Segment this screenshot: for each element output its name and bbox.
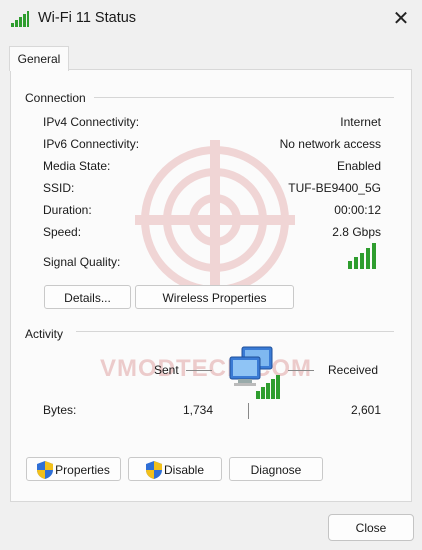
bytes-sent-value: 1,734 [182,403,213,417]
close-icon[interactable]: ✕ [386,5,416,33]
window-title: Wi-Fi 11 Status [38,10,137,26]
disable-button[interactable]: Disable [128,457,222,481]
network-computers-icon [229,346,280,399]
ipv4-value: Internet [340,115,381,129]
properties-button-label: Properties [55,463,110,477]
activity-divider [76,331,394,332]
ssid-value: TUF-BE9400_5G [288,181,381,195]
shield-icon [145,460,162,479]
duration-label: Duration: [43,203,92,217]
close-button[interactable]: Close [328,514,414,541]
bytes-received-value: 2,601 [350,403,381,417]
speed-value: 2.8 Gbps [332,225,381,239]
properties-button[interactable]: Properties [26,457,121,481]
received-line [288,370,314,371]
ssid-label: SSID: [43,181,75,195]
connection-group-label: Connection [25,91,92,105]
sent-label: Sent [154,363,179,377]
title-bar: Wi-Fi 11 Status ✕ [0,0,422,38]
diagnose-button[interactable]: Diagnose [229,457,323,481]
ipv4-label: IPv4 Connectivity: [43,115,140,129]
media-state-label: Media State: [43,159,111,173]
bytes-separator [248,403,249,419]
media-state-value: Enabled [336,159,381,173]
duration-value: 00:00:12 [334,203,381,217]
ipv6-label: IPv6 Connectivity: [43,137,140,151]
wireless-properties-button[interactable]: Wireless Properties [135,285,294,309]
shield-icon [37,460,54,479]
connection-divider [94,97,394,98]
bytes-label: Bytes: [43,403,77,417]
sent-line [186,370,212,371]
tab-general[interactable]: General [9,46,69,71]
activity-group-label: Activity [25,327,70,341]
speed-label: Speed: [43,225,82,239]
disable-button-label: Disable [163,463,205,477]
signal-quality-label: Signal Quality: [43,255,121,269]
wifi-signal-icon [11,11,29,27]
ipv6-value: No network access [279,137,381,151]
details-button[interactable]: Details... [44,285,131,309]
signal-quality-icon [348,243,376,269]
received-label: Received [328,363,379,377]
